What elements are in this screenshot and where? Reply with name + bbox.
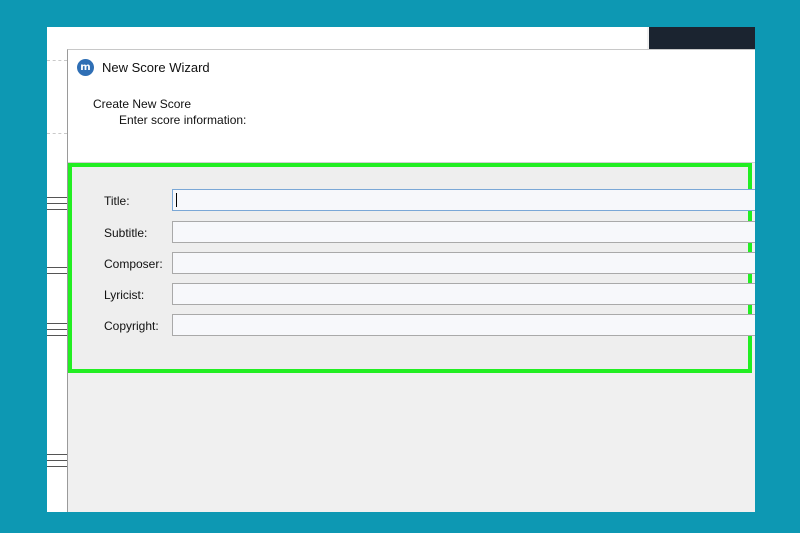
- new-score-wizard-dialog: m New Score Wizard Create New Score Ente…: [67, 49, 755, 512]
- form-row-copyright: Copyright:: [72, 314, 755, 338]
- composer-label: Composer:: [104, 257, 163, 271]
- lyricist-label: Lyricist:: [104, 288, 145, 302]
- staff-line: [47, 454, 67, 455]
- background-toolbar: [649, 27, 755, 49]
- staff-line: [47, 267, 67, 268]
- score-info-highlight: Title: Subtitle: Composer: Lyricist: Cop…: [68, 163, 755, 373]
- dialog-titlebar[interactable]: m New Score Wizard: [68, 50, 755, 84]
- form-row-title: Title:: [72, 189, 755, 213]
- form-row-lyricist: Lyricist:: [72, 283, 755, 307]
- staff-line: [47, 335, 67, 336]
- wizard-page-title: Create New Score: [93, 97, 192, 111]
- staff-line: [47, 323, 67, 324]
- wizard-header: Create New Score Enter score information…: [68, 84, 755, 163]
- wizard-page-subtitle: Enter score information:: [119, 113, 247, 127]
- staff-line: [47, 203, 67, 204]
- staff-line: [47, 197, 67, 198]
- text-caret: [176, 193, 177, 207]
- subtitle-input[interactable]: [172, 221, 755, 243]
- screen: m New Score Wizard Create New Score Ente…: [47, 27, 755, 512]
- form-row-composer: Composer:: [72, 252, 755, 276]
- musescore-logo-icon: m: [77, 59, 94, 76]
- title-label: Title:: [104, 194, 130, 208]
- form-row-subtitle: Subtitle:: [72, 221, 755, 245]
- dialog-title: New Score Wizard: [102, 60, 210, 75]
- staff-line: [47, 466, 67, 467]
- subtitle-label: Subtitle:: [104, 226, 148, 240]
- copyright-input[interactable]: [172, 314, 755, 336]
- staff-divider: [47, 133, 67, 134]
- composer-input[interactable]: [172, 252, 755, 274]
- title-input[interactable]: [172, 189, 755, 211]
- staff-line: [47, 209, 67, 210]
- lyricist-input[interactable]: [172, 283, 755, 305]
- staff-line: [47, 460, 67, 461]
- copyright-label: Copyright:: [104, 319, 159, 333]
- staff-line: [47, 273, 67, 274]
- staff-divider: [47, 60, 67, 61]
- staff-line: [47, 329, 67, 330]
